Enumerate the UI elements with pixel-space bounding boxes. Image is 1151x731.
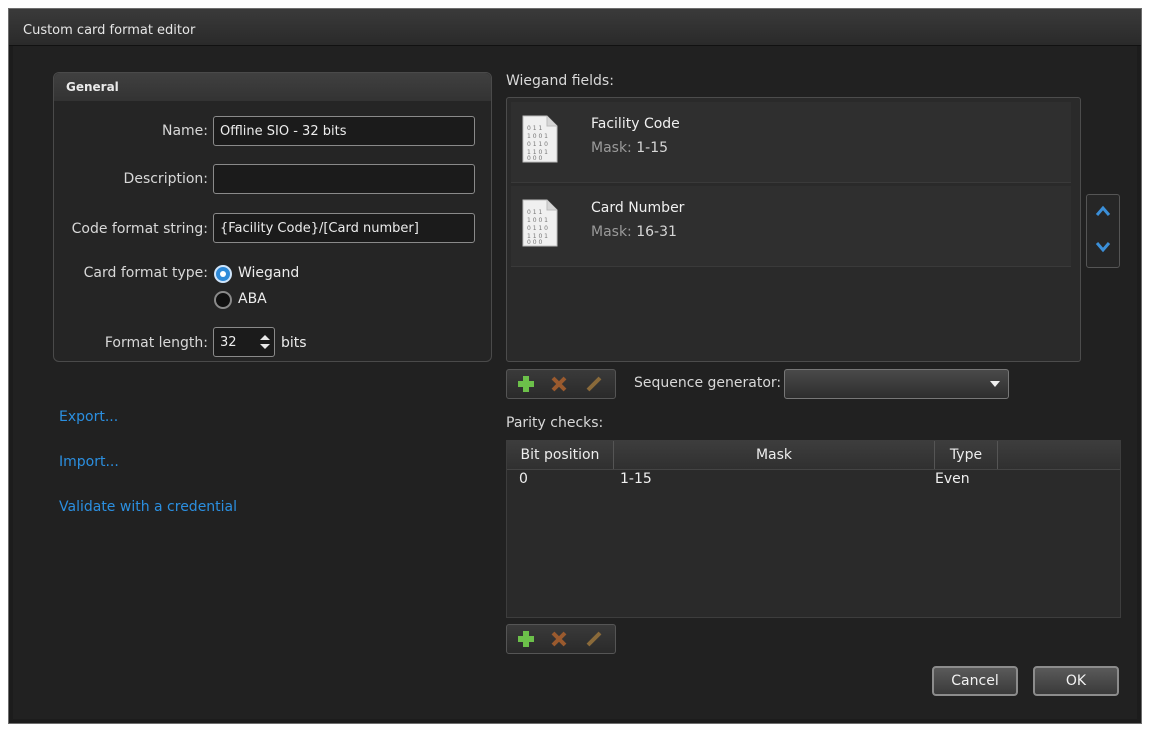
parity-toolbar (506, 624, 616, 654)
format-length-field[interactable]: 32 (213, 327, 275, 357)
svg-text:0 0 0: 0 0 0 (527, 155, 542, 162)
description-field[interactable] (213, 164, 475, 194)
format-length-label: Format length: (104, 335, 208, 351)
svg-text:0 1 1 0: 0 1 1 0 (527, 225, 548, 232)
table-header: Bit position Mask Type (507, 441, 1120, 470)
chevron-down-icon (990, 381, 1000, 387)
parity-checks-label: Parity checks: (506, 415, 604, 431)
format-length-value: 32 (220, 335, 237, 350)
aba-radio-label: ABA (238, 291, 267, 307)
column-header-type[interactable]: Type (935, 441, 998, 469)
edit-pencil-icon[interactable] (585, 375, 603, 393)
delete-icon[interactable] (551, 376, 567, 392)
spin-arrows-icon[interactable] (260, 335, 270, 349)
general-group-title: General (66, 80, 119, 94)
cell-mask: 1-15 (620, 471, 652, 487)
wiegand-field-item[interactable]: 0 1 1 1 0 0 1 0 1 1 0 1 1 0 1 0 0 0 Card… (511, 186, 1071, 267)
column-header-bit-position[interactable]: Bit position (507, 441, 614, 469)
add-icon[interactable] (517, 375, 535, 393)
parity-checks-table: Bit position Mask Type 0 1-15 Even (506, 440, 1121, 618)
binary-document-icon: 0 1 1 1 0 0 1 0 1 1 0 1 1 0 1 0 0 0 (522, 115, 558, 163)
svg-text:0 1 1 0: 0 1 1 0 (527, 141, 548, 148)
svg-text:0 0 0: 0 0 0 (527, 239, 542, 246)
field-name: Facility Code (591, 116, 680, 132)
wiegand-fields-label: Wiegand fields: (506, 73, 614, 89)
move-down-icon[interactable] (1095, 241, 1111, 253)
svg-text:0 1 1: 0 1 1 (527, 209, 542, 216)
wiegand-field-item[interactable]: 0 1 1 1 0 0 1 0 1 1 0 1 1 0 1 0 0 0 Faci… (511, 102, 1071, 183)
cancel-button[interactable]: Cancel (932, 666, 1018, 696)
wiegand-toolbar (506, 369, 616, 399)
general-group-header: General (54, 73, 491, 101)
name-label: Name: (161, 123, 208, 139)
import-link[interactable]: Import... (59, 454, 119, 470)
wiegand-radio-label: Wiegand (238, 265, 300, 281)
format-length-unit: bits (281, 335, 307, 351)
aba-radio[interactable] (214, 291, 232, 309)
move-up-icon[interactable] (1095, 205, 1111, 217)
card-format-type-label: Card format type: (83, 265, 208, 281)
name-field[interactable]: Offline SIO - 32 bits (213, 116, 475, 146)
binary-document-icon: 0 1 1 1 0 0 1 0 1 1 0 1 1 0 1 0 0 0 (522, 199, 558, 247)
field-name: Card Number (591, 200, 685, 216)
svg-text:1 0 0 1: 1 0 0 1 (527, 133, 548, 140)
cell-type: Even (935, 471, 970, 487)
wiegand-fields-list: 0 1 1 1 0 0 1 0 1 1 0 1 1 0 1 0 0 0 Faci… (506, 97, 1081, 362)
add-icon[interactable] (517, 630, 535, 648)
svg-text:1 0 0 1: 1 0 0 1 (527, 217, 548, 224)
delete-icon[interactable] (551, 631, 567, 647)
cell-bit-position: 0 (519, 471, 528, 487)
description-label: Description: (123, 171, 208, 187)
sequence-generator-label: Sequence generator: (634, 375, 782, 391)
dialog-content: General Name: Offline SIO - 32 bits Desc… (13, 46, 1137, 719)
export-link[interactable]: Export... (59, 409, 118, 425)
column-header-mask[interactable]: Mask (614, 441, 935, 469)
svg-text:0 1 1: 0 1 1 (527, 125, 542, 132)
sequence-generator-select[interactable] (784, 369, 1009, 399)
field-mask: Mask: 1-15 (591, 140, 669, 156)
validate-link[interactable]: Validate with a credential (59, 499, 237, 515)
field-mask: Mask: 16-31 (591, 224, 677, 240)
wiegand-radio[interactable] (214, 265, 232, 283)
reorder-buttons (1086, 194, 1120, 268)
card-format-editor-window: Custom card format editor General Name: … (8, 8, 1142, 724)
ok-button[interactable]: OK (1033, 666, 1119, 696)
window-title: Custom card format editor (23, 23, 196, 38)
code-format-field[interactable]: {Facility Code}/[Card number] (213, 213, 475, 243)
title-bar: Custom card format editor (9, 9, 1141, 46)
code-format-label: Code format string: (71, 221, 208, 237)
edit-pencil-icon[interactable] (585, 630, 603, 648)
